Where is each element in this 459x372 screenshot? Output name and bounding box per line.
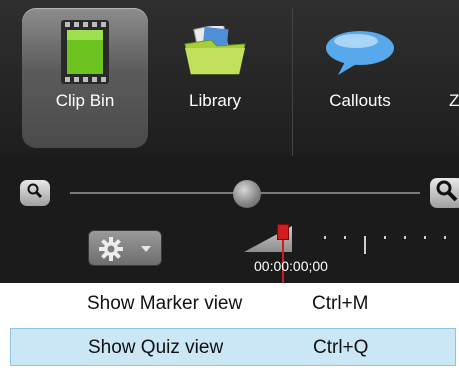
zoom-out-button[interactable] <box>20 180 50 206</box>
zoom-out-magnifier-icon <box>27 183 43 204</box>
playhead-marker[interactable] <box>277 224 289 240</box>
tab-callouts[interactable]: Callouts <box>310 8 410 148</box>
gear-icon <box>99 237 123 266</box>
timecode-display: 00:00:00;00 <box>254 258 328 274</box>
menu-item-shortcut: Ctrl+M <box>312 293 369 314</box>
menu-item-shortcut: Ctrl+Q <box>313 337 369 358</box>
menu-item-show-marker-view[interactable]: Show Marker view Ctrl+M <box>10 285 456 323</box>
tab-clip-bin[interactable]: Clip Bin <box>22 8 148 148</box>
tab-library-label: Library <box>189 91 241 110</box>
ruler-tick <box>324 236 326 239</box>
ruler-tick <box>404 236 406 239</box>
ruler-tick <box>344 236 346 239</box>
speech-bubble-icon <box>324 30 396 81</box>
chevron-down-icon <box>141 246 151 252</box>
film-clip-icon <box>61 20 109 89</box>
tab-partial[interactable]: Z <box>442 8 459 148</box>
media-toolbar: Clip Bin Library Callouts Z <box>0 0 459 156</box>
toolbar-divider <box>292 8 293 156</box>
ruler-tick <box>444 236 446 239</box>
menu-item-label: Show Quiz view <box>88 337 224 358</box>
tab-clip-bin-label: Clip Bin <box>55 91 115 110</box>
tab-partial-label: Z <box>449 91 459 110</box>
menu-item-show-quiz-view[interactable]: Show Quiz view Ctrl+Q <box>10 328 456 366</box>
ruler-tick <box>364 236 366 254</box>
zoom-in-magnifier-icon <box>436 180 458 207</box>
zoom-slider-thumb[interactable] <box>233 180 261 208</box>
timeline-ruler[interactable]: 00:00:00;00 <box>244 222 459 283</box>
zoom-in-button[interactable] <box>430 178 459 208</box>
tab-callouts-label: Callouts <box>329 91 391 110</box>
zoom-slider-row <box>0 170 459 220</box>
ruler-tick <box>384 236 386 239</box>
ruler-tick <box>424 236 426 239</box>
menu-item-label: Show Marker view <box>87 293 243 314</box>
tab-library[interactable]: Library <box>165 8 265 148</box>
context-menu: Show Marker view Ctrl+M Show Quiz view C… <box>0 283 459 372</box>
timeline-settings-button[interactable] <box>88 230 162 266</box>
library-folder-icon <box>183 22 247 81</box>
